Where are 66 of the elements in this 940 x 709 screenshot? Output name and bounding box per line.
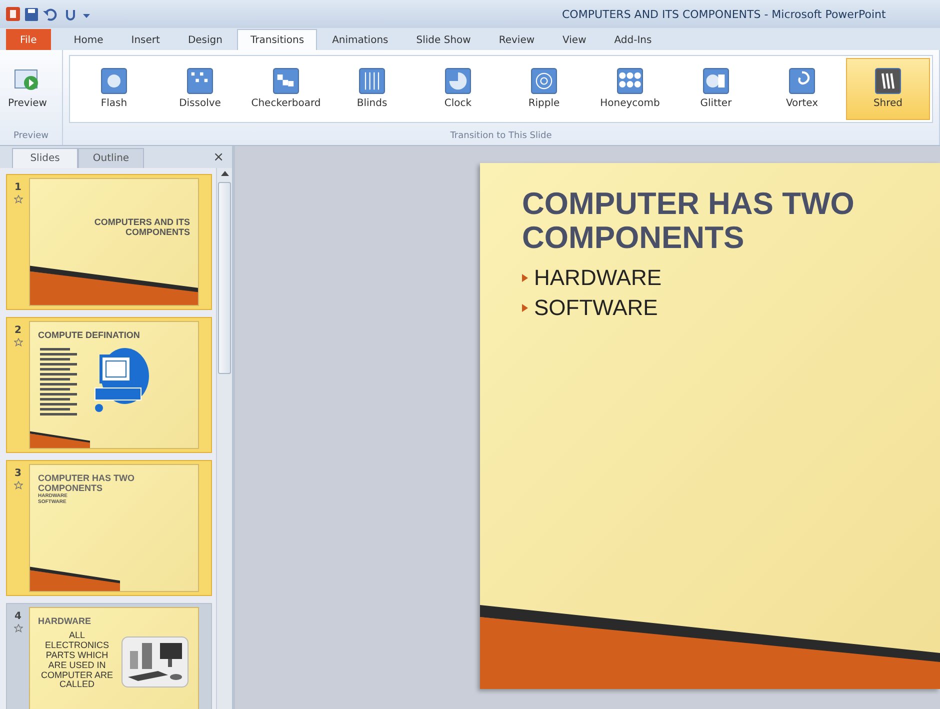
slide-thumbnail-row[interactable]: 4 HARDWARE ALL ELECTRONICS PARTS WHICH ARE USED IN COMPUTER ARE CALLED [6, 603, 212, 709]
bullet-text: SOFTWARE [534, 295, 658, 322]
clock-transition-icon [445, 68, 471, 94]
slide-title: COMPUTER HAS TWO COMPONENTS [522, 187, 856, 256]
slide-number: 4 [14, 611, 22, 622]
slide-number: 3 [14, 468, 22, 479]
slide-number: 1 [14, 182, 22, 193]
star-icon [14, 481, 22, 490]
ripple-transition-icon [531, 68, 557, 94]
slide-title: COMPUTER HAS TWO COMPONENTS [38, 473, 136, 493]
transition-button[interactable]: Glitter [674, 58, 758, 120]
slide-title: COMPUTE DEFINATION [38, 330, 141, 340]
blinds-transition-icon [359, 68, 385, 94]
ribbon-tab[interactable]: Insert [118, 29, 173, 50]
slide-title: COMPUTERS AND ITS COMPONENTS [93, 217, 190, 237]
group-label: Preview [12, 130, 50, 143]
transition-button[interactable]: Vortex [760, 58, 844, 120]
redo-icon[interactable] [64, 8, 77, 20]
transition-button[interactable]: Clock [416, 58, 500, 120]
ribbon-tab[interactable]: Slide Show [403, 29, 484, 50]
ribbon-tab[interactable]: Home [60, 29, 116, 50]
ribbon-tab[interactable]: View [550, 29, 600, 50]
bullet-arrow-icon [522, 304, 528, 312]
slide-thumbnail-row[interactable]: 1 COMPUTERS AND ITS COMPONENTS [6, 174, 212, 310]
ribbon-tab[interactable]: Animations [319, 29, 402, 50]
app-logo-icon[interactable] [6, 7, 20, 21]
transition-button[interactable]: Dissolve [158, 58, 242, 120]
honeycomb-transition-icon [617, 68, 643, 94]
save-icon[interactable] [25, 8, 38, 20]
close-button[interactable]: × [213, 150, 224, 164]
file-tab[interactable]: File [6, 29, 51, 50]
scroll-up-icon[interactable] [220, 171, 228, 176]
preview-button[interactable]: Preview [6, 66, 49, 111]
star-icon [14, 338, 22, 347]
slide-body-text: ALL ELECTRONICS PARTS WHICH ARE USED IN COMPUTER ARE CALLED [40, 631, 114, 690]
transition-button[interactable]: Honeycomb [588, 58, 672, 120]
vortex-transition-icon [789, 68, 815, 94]
swoosh-drawing [30, 430, 90, 448]
slide-number: 2 [14, 325, 22, 336]
transition-button[interactable]: Checkerboard [244, 58, 328, 120]
dissolve-transition-icon [187, 68, 213, 94]
scrollbar[interactable] [216, 168, 232, 709]
window-title: COMPUTERS AND ITS COMPONENTS - Microsoft PowerPoint [562, 8, 886, 20]
scrollbar-thumb[interactable] [218, 182, 231, 374]
slide-thumbnail-row[interactable]: 2 COMPUTE DEFINATION [6, 317, 212, 453]
pane-tab[interactable]: Slides [12, 148, 78, 168]
star-icon [14, 195, 22, 204]
bullet-text: HARDWARE [534, 265, 662, 292]
star-icon [14, 624, 22, 633]
flash-transition-icon [101, 68, 127, 94]
ribbon-tab[interactable]: Review [486, 29, 548, 50]
glitter-transition-icon [703, 68, 729, 94]
transition-button[interactable]: Flash [72, 58, 156, 120]
undo-icon[interactable] [43, 8, 59, 20]
pane-tab[interactable]: Outline [78, 148, 144, 168]
transition-button[interactable]: Ripple [502, 58, 586, 120]
transition-button[interactable]: Shred [846, 58, 930, 120]
checkerboard-transition-icon [273, 68, 299, 94]
ribbon-tab[interactable]: Design [174, 29, 236, 50]
group-label: Transition to This Slide [449, 130, 553, 143]
shred-transition-icon [875, 68, 901, 94]
bullet-arrow-icon [522, 274, 528, 282]
slide-title: HARDWARE [38, 616, 92, 626]
ribbon-tab[interactable]: Transitions [237, 29, 318, 50]
transition-button[interactable]: Blinds [330, 58, 414, 120]
ribbon-tab[interactable]: Add-Ins [601, 29, 665, 50]
